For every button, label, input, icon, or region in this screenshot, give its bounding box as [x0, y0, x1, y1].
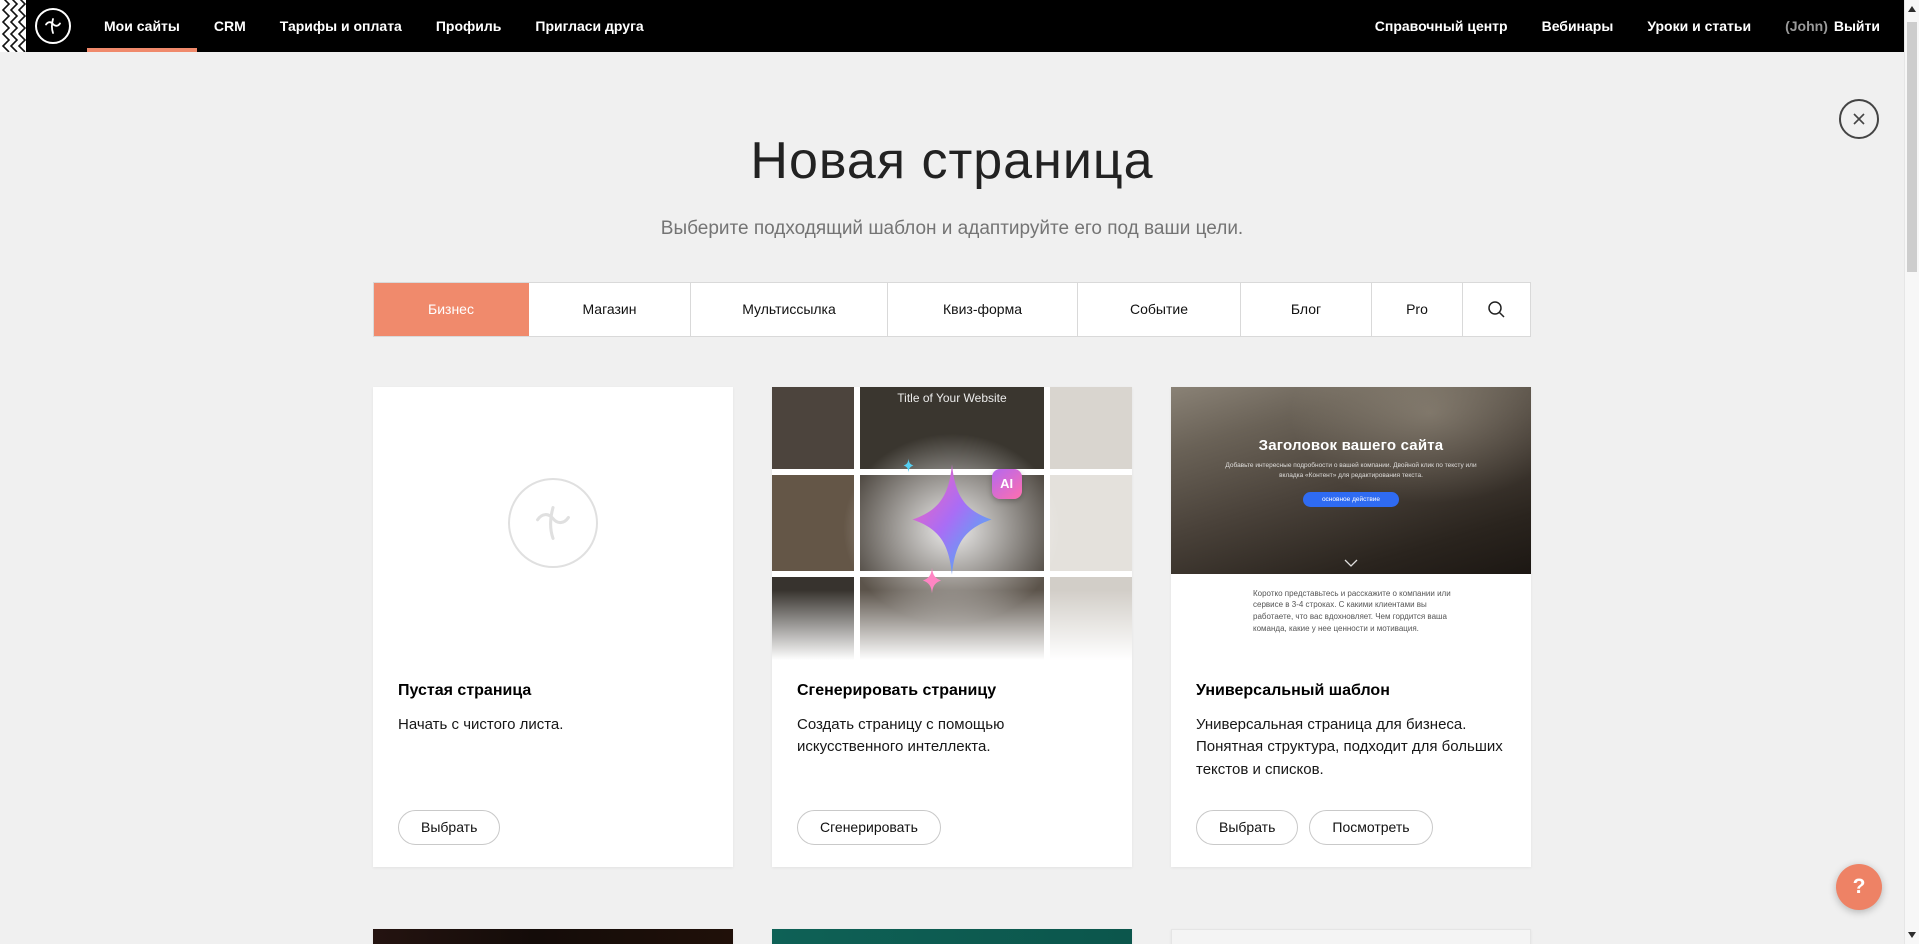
generate-button[interactable]: Сгенерировать — [797, 810, 941, 845]
template-card-partial-1[interactable] — [373, 929, 733, 944]
template-card-blank: Пустая страница Начать с чистого листа. … — [373, 387, 733, 867]
card-actions: Сгенерировать — [797, 810, 941, 845]
nav-help-center[interactable]: Справочный центр — [1358, 0, 1525, 52]
template-cards-row-partial — [373, 929, 1531, 944]
card-actions: Выбрать Посмотреть — [1196, 810, 1433, 845]
universal-template-preview[interactable]: Заголовок вашего сайта Добавьте интересн… — [1171, 387, 1531, 660]
template-card-generate: Title of Your Website — [772, 387, 1132, 867]
preview-universal-button[interactable]: Посмотреть — [1309, 810, 1432, 845]
card-title: Пустая страница — [398, 682, 708, 700]
tab-quiz-form[interactable]: Квиз-форма — [888, 283, 1078, 336]
card-description: Универсальная страница для бизнеса. Поня… — [1196, 714, 1506, 782]
nav-webinars[interactable]: Вебинары — [1525, 0, 1631, 52]
card-text: Пустая страница Начать с чистого листа. — [373, 660, 733, 737]
template-body-text: Коротко представьтесь и расскажите о ком… — [1171, 574, 1531, 660]
new-page-dialog: Новая страница Выберите подходящий шабло… — [0, 52, 1904, 944]
secondary-nav: Справочный центр Вебинары Уроки и статьи… — [1358, 0, 1919, 52]
close-button[interactable] — [1839, 99, 1879, 139]
template-hero: Заголовок вашего сайта Добавьте интересн… — [1171, 387, 1531, 574]
help-button[interactable]: ? — [1836, 864, 1882, 910]
card-title: Сгенерировать страницу — [797, 682, 1107, 700]
tilda-logo[interactable] — [35, 8, 71, 44]
main-nav: Мои сайты CRM Тарифы и оплата Профиль Пр… — [87, 0, 661, 52]
card-text: Универсальный шаблон Универсальная стран… — [1171, 660, 1531, 782]
card-title: Универсальный шаблон — [1196, 682, 1506, 700]
chevron-down-icon — [1344, 559, 1358, 567]
template-category-tabs: Бизнес Магазин Мультиссылка Квиз-форма С… — [373, 282, 1531, 337]
card-text: Сгенерировать страницу Создать страницу … — [772, 660, 1132, 759]
zigzag-pattern — [0, 0, 26, 52]
top-navbar: Мои сайты CRM Тарифы и оплата Профиль Пр… — [0, 0, 1919, 52]
template-card-partial-2[interactable] — [772, 929, 1132, 944]
tab-blog[interactable]: Блог — [1241, 283, 1372, 336]
logout-label: Выйти — [1834, 18, 1880, 34]
tab-shop[interactable]: Магазин — [529, 283, 691, 336]
scroll-down-arrow-icon[interactable] — [1908, 932, 1916, 938]
nav-my-sites[interactable]: Мои сайты — [87, 0, 197, 52]
scroll-up-arrow-icon[interactable] — [1908, 6, 1916, 12]
template-hero-subtext: Добавьте интересные подробности о вашей … — [1218, 461, 1484, 481]
nav-lessons[interactable]: Уроки и статьи — [1630, 0, 1768, 52]
tilda-watermark-icon — [508, 478, 598, 568]
template-hero-button: основное действие — [1303, 492, 1399, 507]
choose-blank-button[interactable]: Выбрать — [398, 810, 500, 845]
page-title: Новая страница — [0, 132, 1904, 192]
nav-profile[interactable]: Профиль — [419, 0, 519, 52]
close-icon — [1851, 111, 1867, 127]
ai-sparkle-icon — [900, 462, 1004, 578]
user-name: (John) — [1785, 18, 1828, 34]
card-description: Начать с чистого листа. — [398, 714, 708, 737]
tab-business[interactable]: Бизнес — [374, 283, 529, 336]
nav-crm[interactable]: CRM — [197, 0, 263, 52]
tab-search[interactable] — [1463, 283, 1530, 336]
tab-multilink[interactable]: Мультиссылка — [691, 283, 888, 336]
card-description: Создать страницу с помощью искусственног… — [797, 714, 1107, 759]
template-cards-row: Пустая страница Начать с чистого листа. … — [373, 387, 1531, 867]
scrollbar[interactable] — [1904, 0, 1919, 944]
scrollbar-thumb[interactable] — [1907, 22, 1917, 272]
tab-event[interactable]: Событие — [1078, 283, 1241, 336]
nav-tariffs[interactable]: Тарифы и оплата — [263, 0, 419, 52]
template-card-universal: Заголовок вашего сайта Добавьте интересн… — [1171, 387, 1531, 867]
template-hero-heading: Заголовок вашего сайта — [1171, 387, 1531, 454]
search-icon — [1487, 300, 1506, 319]
fade-overlay — [772, 590, 1132, 660]
tiny-sparkle-icon — [902, 458, 915, 473]
card-actions: Выбрать — [398, 810, 500, 845]
ai-badge: AI — [992, 469, 1022, 499]
ai-generate-preview[interactable]: Title of Your Website — [772, 387, 1132, 660]
tilda-glyph-icon — [531, 501, 575, 545]
template-card-partial-3[interactable] — [1171, 929, 1531, 944]
tab-pro[interactable]: Pro — [1372, 283, 1463, 336]
choose-universal-button[interactable]: Выбрать — [1196, 810, 1298, 845]
nav-logout[interactable]: (John) Выйти — [1768, 0, 1880, 52]
zigzag-icon — [0, 0, 26, 52]
blank-preview[interactable] — [373, 387, 733, 660]
page-subtitle: Выберите подходящий шаблон и адаптируйте… — [0, 218, 1904, 240]
nav-invite-friend[interactable]: Пригласи друга — [518, 0, 660, 52]
tilda-logo-icon — [43, 16, 63, 36]
